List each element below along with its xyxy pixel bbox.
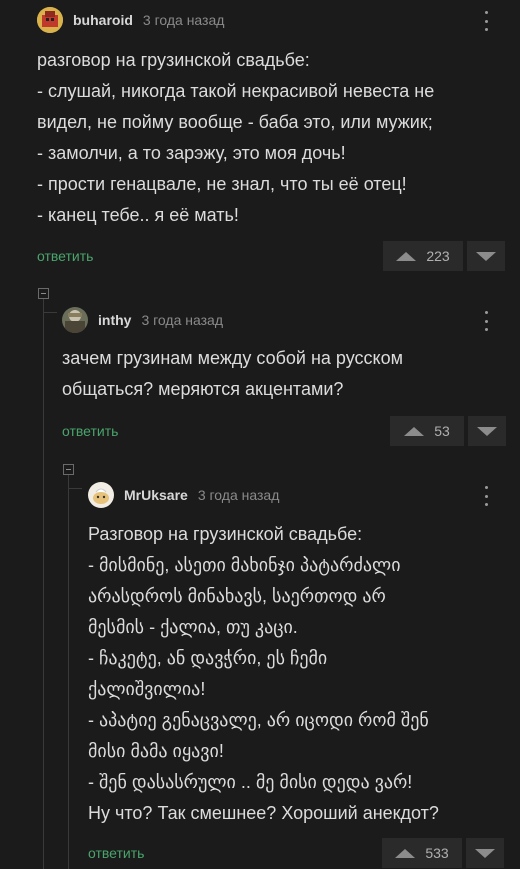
comment-line: - слушай, никогда такой некрасивой невес… <box>37 81 435 101</box>
username[interactable]: buharoid <box>73 12 133 28</box>
comment-line: видел, не пойму вообще - баба это, или м… <box>37 112 433 132</box>
upvote-icon <box>404 426 425 436</box>
reply-link[interactable]: ответить <box>88 845 144 861</box>
collapse-thread-button[interactable] <box>63 464 74 475</box>
score: 53 <box>434 423 450 439</box>
upvote-button[interactable]: 53 <box>390 416 464 446</box>
comment-header: inthy 3 года назад <box>62 307 223 333</box>
upvote-button[interactable]: 223 <box>383 241 463 271</box>
vote-controls: 533 <box>382 838 504 868</box>
downvote-button[interactable] <box>468 416 506 446</box>
timestamp: 3 года назад <box>197 487 280 503</box>
comment-line: разговор на грузинской свадьбе: <box>37 50 310 70</box>
comment-body: Разговор на грузинской свадьбе: - მისმინ… <box>88 519 439 829</box>
comment-line: зачем грузинам между собой на русском <box>62 348 403 368</box>
more-options-icon[interactable] <box>484 486 488 506</box>
downvote-icon <box>475 848 495 858</box>
upvote-icon <box>395 848 416 858</box>
comment-header: MrUksare 3 года назад <box>88 482 279 508</box>
comment-body: разговор на грузинской свадьбе: - слушай… <box>37 45 434 231</box>
collapse-thread-button[interactable] <box>38 288 49 299</box>
downvote-icon <box>477 426 497 436</box>
comment-line: ქალიშვილია! <box>88 679 206 699</box>
avatar[interactable] <box>37 7 63 33</box>
avatar-image <box>37 7 63 33</box>
comment-header: buharoid 3 года назад <box>37 7 224 33</box>
comment-line: არასდროს მინახავს, საერთოდ არ <box>88 586 386 606</box>
comment-line: მესმის - ქალია, თუ კაცი. <box>88 617 298 637</box>
avatar[interactable] <box>88 482 114 508</box>
avatar-image <box>88 482 114 508</box>
comment-body: зачем грузинам между собой на русском об… <box>62 343 403 405</box>
score: 223 <box>426 248 450 264</box>
thread-line <box>68 474 69 869</box>
reply-link[interactable]: ответить <box>62 423 118 439</box>
avatar[interactable] <box>62 307 88 333</box>
avatar-image <box>62 307 88 333</box>
comment-line: Ну что? Так смешнее? Хороший анекдот? <box>88 803 439 823</box>
comment-line: - შენ დასასრული .. მე მისი დედა ვარ! <box>88 772 413 792</box>
comment-line: - მისმინე, ასეთი მახინჯი პატარძალი <box>88 555 401 575</box>
comment-line: Разговор на грузинской свадьбе: <box>88 524 363 544</box>
comment-line: მისი მამა იყავი! <box>88 741 224 761</box>
score: 533 <box>425 845 449 861</box>
more-options-icon[interactable] <box>484 311 488 331</box>
reply-link[interactable]: ответить <box>37 248 93 264</box>
comment-line: - замолчи, а то зарэжу, это моя дочь! <box>37 143 346 163</box>
comment-line: - канец тебе.. я её мать! <box>37 205 239 225</box>
comment-line: общаться? меряются акцентами? <box>62 379 344 399</box>
downvote-button[interactable] <box>466 838 504 868</box>
vote-controls: 223 <box>383 241 505 271</box>
timestamp: 3 года назад <box>141 312 223 328</box>
thread-branch <box>43 312 57 313</box>
thread-branch <box>68 488 82 489</box>
upvote-icon <box>396 251 417 261</box>
comment-line: - ჩაკეტე, ან დავჭრი, ეს ჩემი <box>88 648 328 668</box>
timestamp: 3 года назад <box>142 12 225 28</box>
thread-line <box>43 298 44 869</box>
downvote-icon <box>476 251 496 261</box>
comment-line: - прости генацвале, не знал, что ты её о… <box>37 174 407 194</box>
comment-line: - აპატიე გენაცვალე, არ იცოდი რომ შენ <box>88 710 429 730</box>
username[interactable]: inthy <box>98 312 131 328</box>
upvote-button[interactable]: 533 <box>382 838 462 868</box>
username[interactable]: MrUksare <box>124 487 188 503</box>
more-options-icon[interactable] <box>484 11 488 31</box>
vote-controls: 53 <box>390 416 506 446</box>
downvote-button[interactable] <box>467 241 505 271</box>
